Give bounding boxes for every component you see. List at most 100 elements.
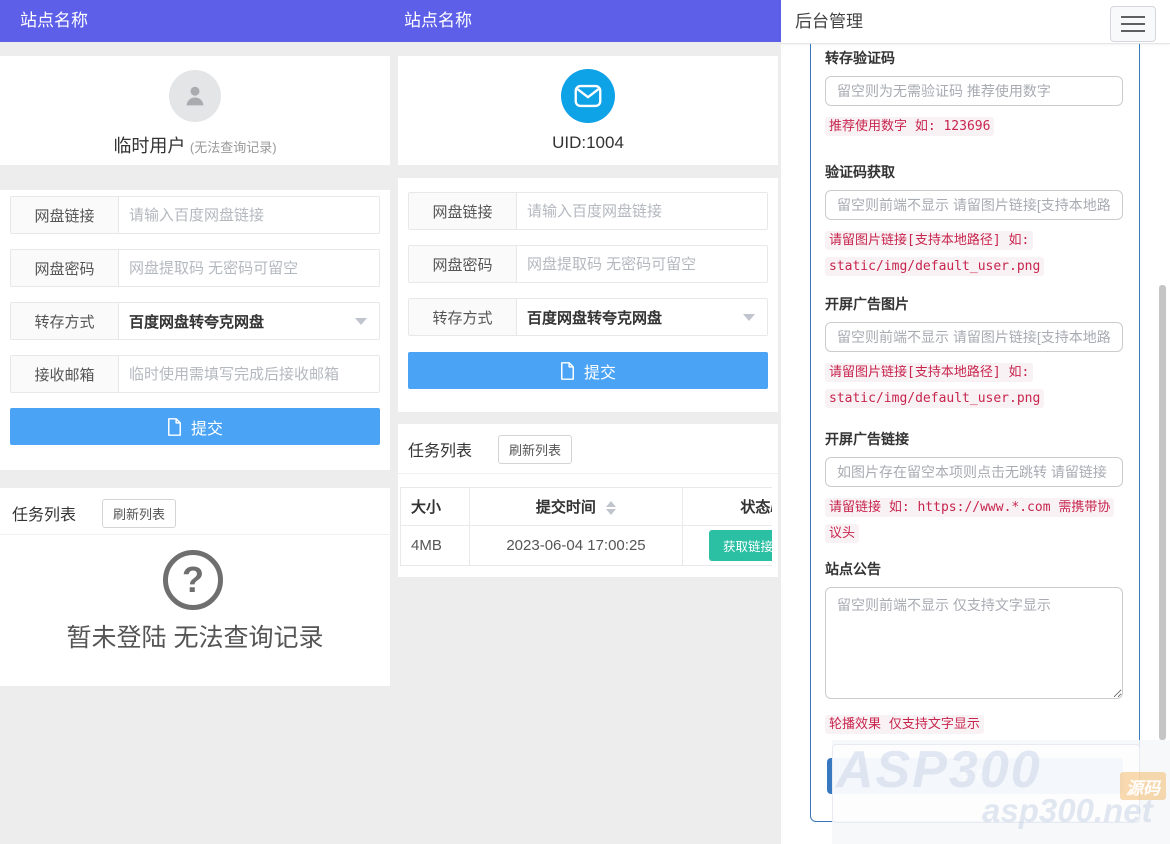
transfer-method-select[interactable]: 百度网盘转夸克网盘 (119, 303, 379, 339)
form-row-pan-link: 网盘链接 (408, 192, 768, 230)
refresh-list-button[interactable]: 刷新列表 (102, 499, 176, 528)
menu-icon (1121, 16, 1145, 18)
form-row-transfer-method: 转存方式 百度网盘转夸克网盘 (10, 302, 380, 340)
form-row-pan-password: 网盘密码 (408, 245, 768, 283)
admin-titlebar: 后台管理 (781, 0, 1170, 44)
submit-button[interactable]: 提交 (408, 352, 768, 389)
cell-action: 获取链接 (683, 526, 773, 566)
site-title-left: 站点名称 (20, 0, 88, 42)
form-row-pan-password: 网盘密码 (10, 249, 380, 287)
transfer-method-select[interactable]: 百度网盘转夸克网盘 (517, 299, 767, 335)
site-header-bar: 站点名称 站点名称 (0, 0, 781, 42)
field-label: 网盘密码 (11, 250, 119, 286)
watermark-domain: asp300.net (982, 792, 1153, 830)
menu-toggle-button[interactable] (1110, 6, 1156, 42)
field-label: 开屏广告链接 (825, 429, 1123, 449)
field-label: 转存方式 (11, 303, 119, 339)
task-list-title: 任务列表 (12, 501, 76, 525)
task-table-clip: 大小 提交时间 状态/操作 4MB 20 (400, 487, 772, 567)
left-transfer-form: 网盘链接 网盘密码 转存方式 百度网盘转夸克网盘 接收邮箱 提交 (0, 190, 390, 470)
field-label: 站点公告 (825, 559, 1123, 579)
divider (0, 534, 390, 535)
person-icon (180, 81, 210, 111)
left-task-list-card: 任务列表 刷新列表 ? 暂未登陆 无法查询记录 (0, 488, 390, 686)
field-label: 网盘链接 (409, 193, 517, 229)
cell-time: 2023-06-04 17:00:25 (470, 526, 683, 566)
table-row: 4MB 2023-06-04 17:00:25 获取链接 (401, 526, 773, 566)
hint-code: 请留图片链接[支持本地路径] 如: static/img/default_use… (825, 231, 1044, 276)
cell-size: 4MB (401, 526, 470, 566)
question-icon: ? (163, 550, 223, 610)
task-list-header: 任务列表 刷新列表 (12, 499, 380, 527)
chevron-down-icon (355, 318, 367, 325)
admin-title: 后台管理 (795, 0, 863, 44)
user-name: 临时用户 (113, 136, 185, 156)
field-hint: 推荐使用数字 如: 123696 (825, 113, 1123, 139)
field-site-announcement: 站点公告 轮播效果 仅支持文字显示 (825, 559, 1123, 737)
task-list-title: 任务列表 (408, 437, 472, 461)
col-submit-time-label: 提交时间 (536, 499, 596, 516)
hint-code: 请留图片链接[支持本地路径] 如: static/img/default_use… (825, 363, 1044, 408)
site-announcement-textarea[interactable] (825, 587, 1123, 699)
pan-link-input[interactable] (517, 193, 767, 229)
form-row-receive-email: 接收邮箱 (10, 355, 380, 393)
field-label: 转存验证码 (825, 48, 1123, 68)
field-splash-ad-link: 开屏广告链接 请留链接 如: https://www.*.com 需携带协议头 (825, 429, 1123, 545)
transfer-captcha-input[interactable] (825, 76, 1123, 106)
refresh-list-button[interactable]: 刷新列表 (498, 435, 572, 464)
pan-link-input[interactable] (119, 197, 379, 233)
splash-ad-image-input[interactable] (825, 322, 1123, 352)
hint-code: 推荐使用数字 如: 123696 (825, 117, 994, 136)
field-label: 接收邮箱 (11, 356, 119, 392)
field-hint: 请留图片链接[支持本地路径] 如: static/img/default_use… (825, 227, 1123, 278)
field-hint: 轮播效果 仅支持文字显示 (825, 711, 1123, 737)
middle-transfer-form: 网盘链接 网盘密码 转存方式 百度网盘转夸克网盘 提交 (398, 178, 778, 412)
field-captcha-source: 验证码获取 请留图片链接[支持本地路径] 如: static/img/defau… (825, 162, 1123, 278)
field-transfer-captcha: 转存验证码 推荐使用数字 如: 123696 (825, 48, 1123, 139)
user-note: (无法查询记录) (190, 140, 277, 155)
col-submit-time[interactable]: 提交时间 (470, 488, 683, 526)
splash-ad-link-input[interactable] (825, 457, 1123, 487)
submit-button[interactable]: 提交 (10, 408, 380, 445)
scrollbar-thumb[interactable] (1159, 285, 1166, 740)
document-icon (167, 418, 182, 436)
envelope-icon (574, 84, 602, 108)
pan-password-input[interactable] (517, 246, 767, 282)
submit-label: 提交 (584, 359, 616, 383)
field-label: 验证码获取 (825, 162, 1123, 182)
field-splash-ad-image: 开屏广告图片 请留图片链接[支持本地路径] 如: static/img/defa… (825, 294, 1123, 410)
pan-password-input[interactable] (119, 250, 379, 286)
get-link-button[interactable]: 获取链接 (709, 530, 772, 561)
sort-asc-icon (606, 501, 616, 507)
select-value: 百度网盘转夸克网盘 (129, 311, 355, 332)
captcha-source-input[interactable] (825, 190, 1123, 220)
field-hint: 请留链接 如: https://www.*.com 需携带协议头 (825, 494, 1123, 545)
field-label: 网盘密码 (409, 246, 517, 282)
field-label: 网盘链接 (11, 197, 119, 233)
hint-code: 请留链接 如: https://www.*.com 需携带协议头 (825, 498, 1114, 543)
empty-state-text: 暂未登陆 无法查询记录 (0, 618, 390, 654)
page: 站点名称 站点名称 临时用户 (无法查询记录) 网盘链接 网盘密码 转存方式 百… (0, 0, 1170, 844)
middle-task-list-card: 任务列表 刷新列表 大小 提交时间 状态/操作 (398, 424, 778, 577)
user-name-line: 临时用户 (无法查询记录) (0, 132, 390, 158)
select-value: 百度网盘转夸克网盘 (527, 307, 743, 328)
task-table: 大小 提交时间 状态/操作 4MB 20 (400, 487, 772, 566)
field-label: 转存方式 (409, 299, 517, 335)
sort-icon[interactable] (606, 501, 616, 515)
hint-code: 轮播效果 仅支持文字显示 (825, 715, 984, 734)
form-row-pan-link: 网盘链接 (10, 196, 380, 234)
col-status-action: 状态/操作 (683, 488, 773, 526)
watermark-brand: ASP300 (836, 740, 1042, 800)
field-label: 开屏广告图片 (825, 294, 1123, 314)
watermark-overlay: ASP300 源码 asp300.net (832, 740, 1170, 844)
submit-label: 提交 (191, 415, 223, 439)
field-hint: 请留图片链接[支持本地路径] 如: static/img/default_use… (825, 359, 1123, 410)
middle-user-card: UID:1004 (398, 56, 778, 165)
site-title-middle: 站点名称 (404, 0, 472, 42)
document-icon (560, 362, 575, 380)
receive-email-input[interactable] (119, 356, 379, 392)
chevron-down-icon (743, 314, 755, 321)
table-header-row: 大小 提交时间 状态/操作 (401, 488, 773, 526)
form-row-transfer-method: 转存方式 百度网盘转夸克网盘 (408, 298, 768, 336)
col-size: 大小 (401, 488, 470, 526)
